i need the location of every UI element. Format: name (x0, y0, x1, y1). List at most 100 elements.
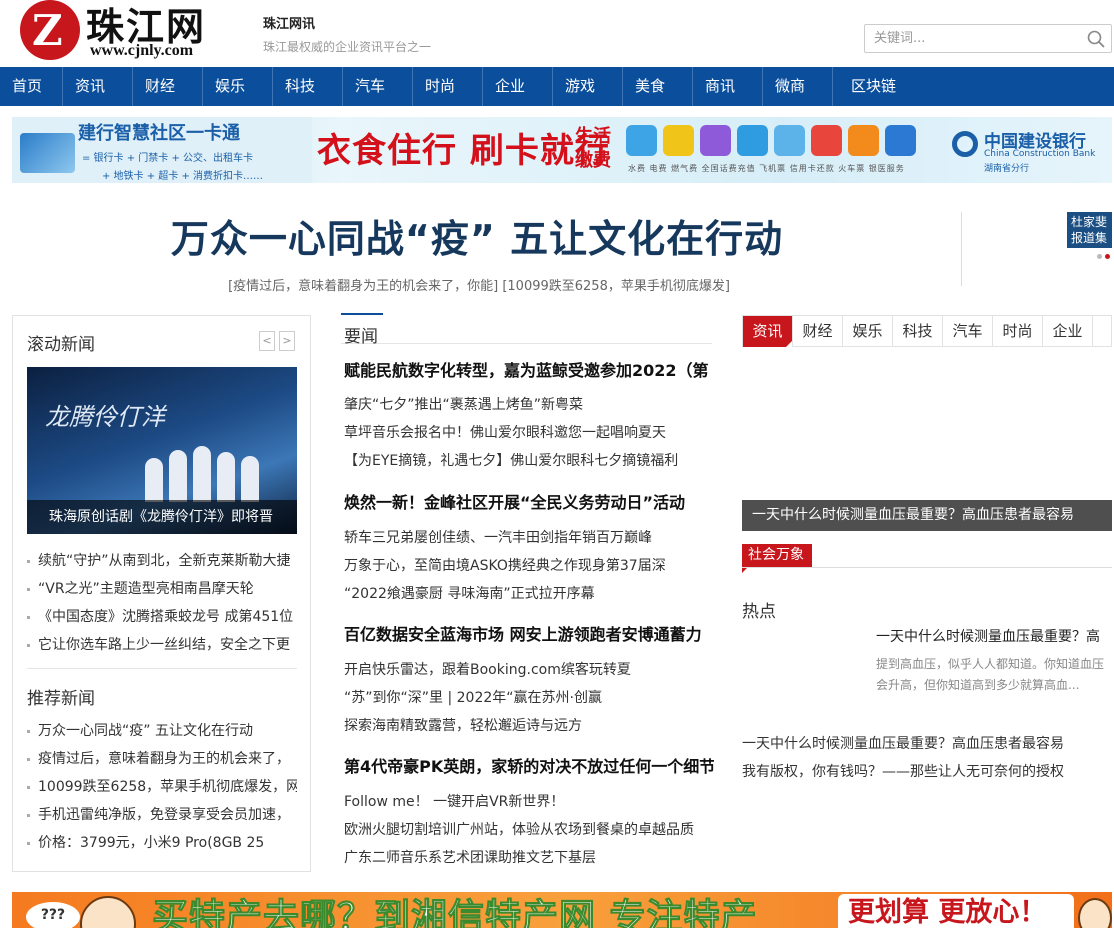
list-item[interactable]: 疫情过后，意味着翻身为王的机会来了， (27, 745, 297, 773)
list-item[interactable]: 续航“守护”从南到北，全新克莱斯勒大捷 (27, 547, 297, 575)
list-item[interactable]: 广东二师音乐系艺术团课助推文艺下基层 (344, 844, 714, 872)
nav-item-auto[interactable]: 汽车 (343, 67, 413, 106)
tab-entertainment[interactable]: 娱乐 (843, 316, 893, 346)
news-group-title[interactable]: 焕然一新！金峰社区开展“全民义务劳动日”活动 (344, 489, 714, 517)
ad-service-labels: 水费 电费 燃气费 全国话费充值 飞机票 信用卡还款 火车票 银医服务 (628, 164, 905, 173)
featured-news-bar[interactable]: 一天中什么时候测量血压最重要？高血压患者最容易 (742, 500, 1112, 531)
recommended-news-list: 万众一心同战“疫” 五让文化在行动 疫情过后，意味着翻身为王的机会来了， 100… (27, 717, 297, 857)
divider (742, 567, 1112, 568)
list-item[interactable]: 探索海南精致露营，轻松邂逅诗与远方 (344, 712, 714, 740)
ad-banner-pill: 更划算 更放心！ (838, 894, 1074, 928)
ccb-logo: 中国建设银行 China Construction Bank 湖南省分行 (952, 127, 1107, 175)
ad-service-icons (626, 125, 916, 156)
list-item[interactable]: 价格：3799元，小米9 Pro(8GB 25 (27, 829, 297, 857)
nav-item-games[interactable]: 游戏 (553, 67, 623, 106)
society-tag[interactable]: 社会万象 (742, 544, 812, 573)
list-item[interactable]: 万象于心，至简由境ASKO携经典之作现身第37届深 (344, 552, 714, 580)
list-item[interactable]: 10099跌至6258，苹果手机彻底爆发，网友 (27, 773, 297, 801)
news-group-title[interactable]: 百亿数据安全蓝海市场 网安上游领跑者安博通蓄力 (344, 621, 714, 649)
nav-item-home[interactable]: 首页 (0, 67, 63, 106)
news-group-title[interactable]: 赋能民航数字化转型，嘉为蓝鲸受邀参加2022（第 (344, 357, 714, 385)
news-group-title[interactable]: 第4代帝豪PK英朗，家轿的对决不放过任何一个细节 (344, 753, 714, 781)
electricity-icon (663, 125, 694, 156)
nav-item-tech[interactable]: 科技 (273, 67, 343, 106)
site-logo[interactable]: Z 珠江网 www.cjnly.com (20, 0, 235, 66)
search-box (864, 24, 1112, 53)
headline-sub[interactable]: [疫情过后，意味着翻身为王的机会来了，你能] [10099跌至6258，苹果手机… (0, 275, 972, 294)
hot-item-desc: 提到高血压，似乎人人都知道。你知道血压会升高，但你知道高到多少就算高血... (876, 657, 1105, 692)
list-item[interactable]: Follow me！ 一键开启VR新世界！ (344, 788, 714, 816)
medical-icon (885, 125, 916, 156)
nav-item-business[interactable]: 企业 (483, 67, 553, 106)
slide-caption: 珠海原创话剧《龙腾伶仃洋》即将晋 (27, 500, 297, 534)
tab-tech[interactable]: 科技 (893, 316, 943, 346)
category-tabs: 资讯 财经 娱乐 科技 汽车 时尚 企业 (742, 315, 1112, 347)
nav-item-blockchain[interactable]: 区块链 (833, 67, 925, 106)
list-item[interactable]: 它让你选车路上少一丝纠结，安全之下更 (27, 631, 297, 659)
list-item[interactable]: 轿车三兄弟屡创佳绩、一汽丰田剑指年销百万巅峰 (344, 524, 714, 552)
list-item[interactable]: “苏”到你“深”里 | 2022年“赢在苏州·创赢 (344, 684, 714, 712)
prev-arrow-icon[interactable]: < (259, 331, 275, 351)
cartoon-face-icon (1078, 898, 1112, 928)
ad-left-line: + 地铁卡 + 超卡 + 消费折扣卡…… (102, 171, 264, 182)
headline-block: 万众一心同战“疫” 五让文化在行动 [疫情过后，意味着翻身为王的机会来了，你能]… (0, 208, 972, 294)
tab-news[interactable]: 资讯 (743, 316, 793, 347)
tab-fashion[interactable]: 时尚 (993, 316, 1043, 346)
tab-auto[interactable]: 汽车 (943, 316, 993, 346)
site-header: Z 珠江网 www.cjnly.com 珠江网讯 珠江最权威的企业资讯平台之一 (0, 0, 1114, 67)
list-item[interactable]: “2022飨遇豪厨 寻味海南”正式拉开序幕 (344, 580, 714, 608)
report-badge[interactable]: 杜家斐报道集 (1067, 212, 1112, 248)
list-item[interactable]: 《中国态度》沈腾搭乘蛟龙号 成第451位 (27, 603, 297, 631)
train-icon (848, 125, 879, 156)
ad-banner-specialty[interactable]: ??? 买特产去哪？到湘信特产网 专注特产 更划算 更放心！ (12, 892, 1112, 928)
nav-item-finance[interactable]: 财经 (133, 67, 203, 106)
next-arrow-icon[interactable]: > (279, 331, 295, 351)
list-item[interactable]: 草坪音乐会报名中！佛山爱尔眼科邀您一起唱响夏天 (344, 419, 714, 447)
phone-topup-icon (737, 125, 768, 156)
site-name: 珠江网讯 (263, 17, 316, 32)
ad-banner-ccb[interactable]: 建行智慧社区一卡通 = 银行卡 + 门禁卡 + 公交、出租车卡 + 地铁卡 + … (12, 117, 1112, 183)
headline-title[interactable]: 万众一心同战“疫” 五让文化在行动 (0, 208, 972, 263)
carousel-dots (1097, 254, 1110, 259)
list-item[interactable]: 一天中什么时候测量血压最重要？高血压患者最容易 (742, 730, 1112, 758)
search-input[interactable] (865, 25, 1080, 52)
news-slide[interactable]: 龙腾伶仃洋 珠海原创话剧《龙腾伶仃洋》即将晋 (27, 367, 297, 534)
tab-business[interactable]: 企业 (1043, 316, 1093, 346)
ad-pay-label: 生活缴费 (575, 126, 611, 171)
ad-left-line: = 银行卡 + 门禁卡 + 公交、出租车卡 (82, 153, 254, 164)
list-item[interactable]: 万众一心同战“疫” 五让文化在行动 (27, 717, 297, 745)
cartoon-face-icon (80, 896, 136, 928)
nav-item-news[interactable]: 资讯 (63, 67, 133, 106)
tab-headlines[interactable]: 要闻 (341, 313, 712, 347)
slide-image-title: 龙腾伶仃洋 (45, 403, 165, 431)
nav-item-food[interactable]: 美食 (623, 67, 693, 106)
left-panel: 滚动新闻 < > 龙腾伶仃洋 珠海原创话剧《龙腾伶仃洋》即将晋 续航“守护”从南… (12, 315, 311, 872)
ad-slogan: 衣食住行 刷卡就行 (317, 131, 610, 171)
carousel-dot[interactable] (1097, 254, 1102, 259)
hot-item-title[interactable]: 一天中什么时候测量血压最重要？高 (876, 626, 1112, 646)
list-item[interactable]: 手机迅雷纯净版，免登录享受会员加速， (27, 801, 297, 829)
carousel-dot-active[interactable] (1105, 254, 1110, 259)
tab-finance[interactable]: 财经 (793, 316, 843, 346)
list-item[interactable]: 【为EYE摘镜，礼遇七夕】佛山爱尔眼科七夕摘镜福利 (344, 447, 714, 475)
scroll-news-list: 续航“守护”从南到北，全新克莱斯勒大捷 “VR之光”主题造型亮相南昌摩天轮 《中… (27, 547, 297, 659)
list-item[interactable]: “VR之光”主题造型亮相南昌摩天轮 (27, 575, 297, 603)
list-item[interactable]: 肇庆“七夕”推出“裹蒸遇上烤鱼”新粤菜 (344, 391, 714, 419)
list-item[interactable]: 欧洲火腿切割培训广州站，体验从农场到餐桌的卓越品质 (344, 816, 714, 844)
nav-item-wechat-business[interactable]: 微商 (763, 67, 833, 106)
nav-item-commerce[interactable]: 商讯 (693, 67, 763, 106)
nav-item-fashion[interactable]: 时尚 (413, 67, 483, 106)
list-item[interactable]: 开启快乐雷达，跟着Booking.com缤客玩转夏 (344, 656, 714, 684)
list-item[interactable]: 我有版权，你有钱吗？——那些让人无可奈何的授权 (742, 758, 1112, 786)
search-icon[interactable] (1087, 30, 1105, 48)
ad-card-section: 建行智慧社区一卡通 = 银行卡 + 门禁卡 + 公交、出租车卡 + 地铁卡 + … (12, 117, 312, 183)
nav-item-entertainment[interactable]: 娱乐 (203, 67, 273, 106)
ad-banner-text: 买特产去哪？到湘信特产网 专注特产 (152, 897, 758, 928)
news-group: 赋能民航数字化转型，嘉为蓝鲸受邀参加2022（第 肇庆“七夕”推出“裹蒸遇上烤鱼… (344, 357, 714, 475)
scroll-news-title: 滚动新闻 (27, 335, 95, 355)
divider (27, 668, 297, 669)
main-nav: 首页 资讯 财经 娱乐 科技 汽车 时尚 企业 游戏 美食 商讯 微商 区块链 (0, 67, 1114, 106)
divider (961, 212, 962, 286)
main-news-column: 要闻 赋能民航数字化转型，嘉为蓝鲸受邀参加2022（第 肇庆“七夕”推出“裹蒸遇… (341, 313, 714, 866)
slide-image-figures (145, 442, 285, 502)
